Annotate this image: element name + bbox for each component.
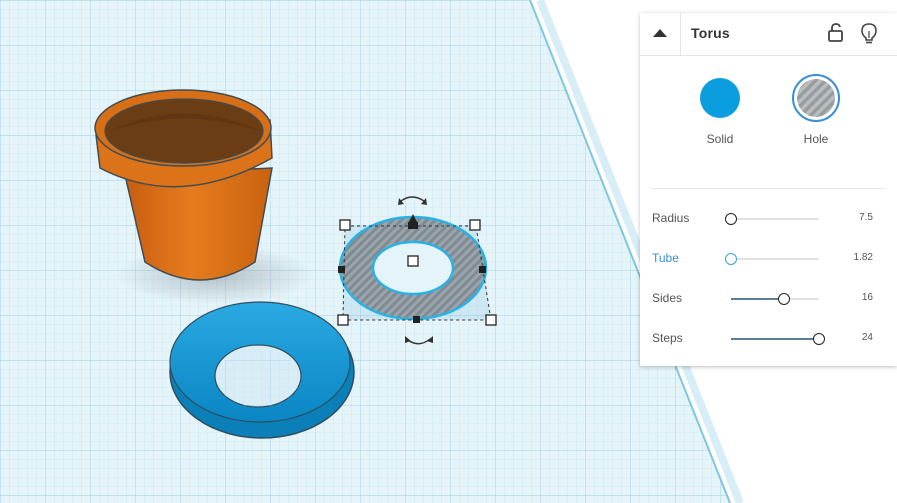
slider-fill xyxy=(731,338,819,340)
param-label: Steps xyxy=(652,331,683,345)
param-label: Radius xyxy=(652,211,690,225)
slider-fill xyxy=(731,298,784,300)
param-value[interactable]: 24 xyxy=(862,332,873,343)
steps-slider[interactable] xyxy=(731,333,825,345)
hole-option[interactable]: Hole xyxy=(786,74,846,146)
param-label: Sides xyxy=(652,291,683,305)
tube-slider[interactable] xyxy=(725,253,819,265)
lock-icon[interactable] xyxy=(826,22,846,44)
shape-title: Torus xyxy=(691,25,730,41)
sides-slider[interactable] xyxy=(731,293,819,305)
param-value[interactable]: 1.82 xyxy=(854,252,873,263)
slider-knob[interactable] xyxy=(777,293,790,305)
param-label: Tube xyxy=(652,251,679,265)
collapse-arrow-icon xyxy=(653,29,667,37)
param-row-radius: Radius 7.5 xyxy=(652,209,885,229)
param-row-sides: Sides 16 xyxy=(652,289,885,309)
param-value[interactable]: 7.5 xyxy=(859,212,873,223)
solid-swatch-icon xyxy=(700,78,740,118)
hole-swatch-icon xyxy=(792,74,840,122)
collapse-button[interactable] xyxy=(640,13,681,55)
panel-header: Torus xyxy=(640,13,897,56)
solid-option[interactable]: Solid xyxy=(690,77,750,146)
slider-knob[interactable] xyxy=(813,333,825,345)
param-value[interactable]: 16 xyxy=(862,292,873,303)
slider-knob[interactable] xyxy=(725,253,737,265)
slider-knob[interactable] xyxy=(725,213,737,225)
torus-hole-selected[interactable] xyxy=(338,215,492,321)
solid-label: Solid xyxy=(706,132,734,146)
shape-properties-panel: Torus Solid Hole Radius 7.5 Tube 1.82 Si… xyxy=(640,13,897,366)
panel-divider xyxy=(652,188,885,189)
lightbulb-icon[interactable] xyxy=(859,22,879,46)
param-row-steps: Steps 24 xyxy=(652,329,885,349)
torus-solid[interactable] xyxy=(169,301,355,439)
hole-label: Hole xyxy=(803,132,829,146)
radius-slider[interactable] xyxy=(725,213,819,225)
param-row-tube: Tube 1.82 xyxy=(652,249,885,269)
